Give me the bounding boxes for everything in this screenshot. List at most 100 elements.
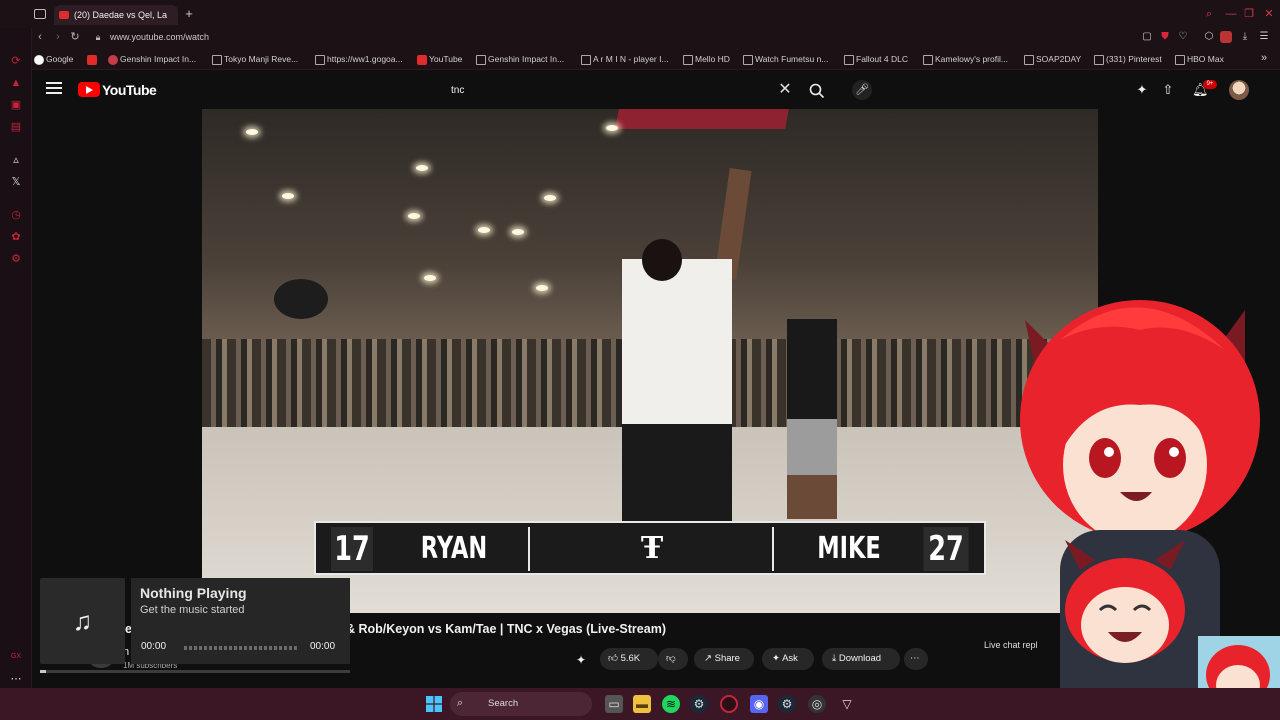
bookmark-item[interactable]: Watch Fumetsu n... xyxy=(743,52,828,66)
ask-button[interactable]: ✦ Ask xyxy=(762,648,814,670)
opera-gx-taskbar-icon[interactable] xyxy=(720,695,738,713)
share-button[interactable]: ↗ Share xyxy=(694,648,754,670)
bookmark-item[interactable]: Fallout 4 DLC xyxy=(844,52,908,66)
adblock-shield-icon[interactable]: ⛊ xyxy=(1159,31,1171,43)
sparkle-icon: ✦ xyxy=(772,653,783,664)
video-basketball xyxy=(274,279,328,319)
bookmark-item[interactable]: Kamelowy's profil... xyxy=(923,52,1008,66)
premium-icon[interactable]: ✦ xyxy=(1134,82,1150,98)
sidebar-gx-icon[interactable]: GX xyxy=(9,650,23,664)
account-avatar[interactable] xyxy=(1229,80,1249,100)
thumbs-up-icon: 👍︎ xyxy=(608,653,621,664)
minimize-button[interactable]: — xyxy=(1225,8,1237,20)
microphone-icon[interactable]: 🎤︎ xyxy=(852,80,872,100)
vtuber-avatar-overlay xyxy=(1020,300,1280,720)
bookmark-item[interactable]: YouTube xyxy=(417,52,462,66)
bookmark-item[interactable]: SOAP2DAY xyxy=(1024,52,1081,66)
search-tabs-icon[interactable]: ⌕ xyxy=(1203,8,1215,20)
extensions-icon[interactable]: ⬡ xyxy=(1203,31,1215,43)
reload-button[interactable]: ↻ xyxy=(68,30,82,44)
sidebar-aria-icon[interactable]: ▲ xyxy=(9,76,23,90)
more-actions-button[interactable]: ⋯ xyxy=(904,648,928,670)
left-player-name: RYAN xyxy=(420,531,488,566)
download-button[interactable]: ⤓ Download xyxy=(822,648,900,670)
heart-icon[interactable]: ♡ xyxy=(1177,31,1189,43)
sidebar-extension-icon[interactable]: ✿ xyxy=(9,230,23,244)
easy-setup-icon[interactable]: ☰ xyxy=(1258,31,1270,43)
scoreboard-divider xyxy=(772,527,774,571)
taskbar-search-icon: ⌕ xyxy=(457,697,464,709)
bookmarks-overflow-icon[interactable]: » xyxy=(1261,52,1267,64)
bookmark-item[interactable]: HBO Max xyxy=(1175,52,1224,66)
youtube-favicon-icon xyxy=(59,11,69,19)
bookmark-item[interactable]: Google xyxy=(34,52,73,66)
tab-youtube[interactable]: (20) Daedae vs Qel, La xyxy=(54,5,178,25)
music-seek-bar[interactable] xyxy=(40,670,350,673)
video-backboard xyxy=(615,109,789,129)
music-progress-bar[interactable] xyxy=(184,646,298,650)
bookmark-item[interactable]: Genshin Impact In... xyxy=(476,52,564,66)
new-tab-button[interactable]: + xyxy=(182,6,196,22)
music-elapsed-time: 00:00 xyxy=(141,641,167,652)
discord-icon[interactable]: ◉ xyxy=(750,695,768,713)
bookmark-item[interactable]: Mello HD xyxy=(683,52,730,66)
like-button[interactable]: 👍︎ 5.6K xyxy=(600,648,658,670)
sidebar-messenger-icon[interactable]: ▣ xyxy=(9,98,23,112)
bookmark-page-icon[interactable]: ▢ xyxy=(1141,31,1153,43)
app-icon[interactable]: ◎ xyxy=(808,695,826,713)
notification-badge: 9+ xyxy=(1203,80,1217,89)
steam-icon[interactable]: ⚙ xyxy=(690,695,708,713)
bookmark-item[interactable]: A r M I N - player I... xyxy=(581,52,669,66)
upload-icon[interactable]: ⇧ xyxy=(1160,82,1176,98)
sidebar-app-icon[interactable]: ▵ xyxy=(9,153,23,167)
task-view-icon[interactable]: ▭ xyxy=(605,695,623,713)
browser-sidebar: ◯ ⟳ ▲ ▣ ▤ ▵ 𝕏 ◷ ✿ ⚙ GX ⋯ xyxy=(0,0,32,720)
sidebar-x-icon[interactable]: 𝕏 xyxy=(9,175,23,189)
close-window-button[interactable]: ✕ xyxy=(1263,8,1275,20)
youtube-logo-icon[interactable] xyxy=(78,82,100,97)
bookmark-item[interactable]: (331) Pinterest xyxy=(1094,52,1162,66)
bookmark-item[interactable]: Genshin Impact In... xyxy=(108,52,196,66)
right-score: 27 xyxy=(923,527,969,571)
tab-menu-icon[interactable] xyxy=(34,9,46,19)
bookmark-item[interactable] xyxy=(87,52,101,66)
bookmarks-bar: Google Genshin Impact In... Tokyo Manji … xyxy=(32,48,1280,70)
bookmark-item[interactable]: https://ww1.gogoa... xyxy=(315,52,403,66)
now-playing-subtitle: Get the music started xyxy=(140,604,245,616)
search-input[interactable]: tnc xyxy=(438,78,800,102)
steam-2-icon[interactable]: ⚙ xyxy=(778,695,796,713)
sidebar-more-icon[interactable]: ⋯ xyxy=(9,672,23,686)
tab-title: (20) Daedae vs Qel, La xyxy=(74,10,168,20)
vpn-icon[interactable]: ▽ xyxy=(838,695,856,713)
taskbar-search[interactable]: Search xyxy=(450,692,592,716)
music-total-time: 00:00 xyxy=(310,641,336,652)
url-field[interactable]: www.youtube.com/watch xyxy=(110,30,209,44)
sidebar-settings-icon[interactable]: ⚙ xyxy=(9,252,23,266)
bookmark-item[interactable]: Tokyo Manji Reve... xyxy=(212,52,298,66)
hamburger-menu-icon[interactable] xyxy=(46,82,62,96)
profile-extension-icon[interactable] xyxy=(1220,31,1232,43)
windows-start-icon[interactable] xyxy=(426,696,442,712)
youtube-logo-text[interactable]: YouTube xyxy=(102,82,157,98)
forward-button[interactable]: › xyxy=(51,30,65,44)
scoreboard-divider xyxy=(528,527,530,571)
share-label: Share xyxy=(714,653,740,664)
dislike-button[interactable]: 👎︎ xyxy=(658,648,688,670)
sidebar-clock-icon[interactable]: ◷ xyxy=(9,208,23,222)
sidebar-music-icon[interactable]: ▤ xyxy=(9,120,23,134)
premium-action-icon[interactable]: ✦ xyxy=(576,652,592,668)
clear-search-icon[interactable]: ✕ xyxy=(777,82,793,98)
maximize-button[interactable]: ❐ xyxy=(1243,8,1255,20)
share-icon: ↗ xyxy=(704,653,715,664)
video-player-ryan xyxy=(622,259,732,559)
spotify-icon[interactable]: ≋ xyxy=(662,695,680,713)
tnc-logo-icon: Ŧ xyxy=(640,531,664,566)
music-note-icon: ♫ xyxy=(40,578,125,664)
file-explorer-icon[interactable]: ▬ xyxy=(633,695,651,713)
search-icon[interactable] xyxy=(808,82,826,100)
download-icon[interactable]: ⤓ xyxy=(1239,31,1251,43)
sidebar-history-icon[interactable]: ⟳ xyxy=(9,54,23,68)
right-player-name: MIKE xyxy=(817,531,881,566)
back-button[interactable]: ‹ xyxy=(33,30,47,44)
lock-icon: 🔒︎ xyxy=(95,32,101,42)
